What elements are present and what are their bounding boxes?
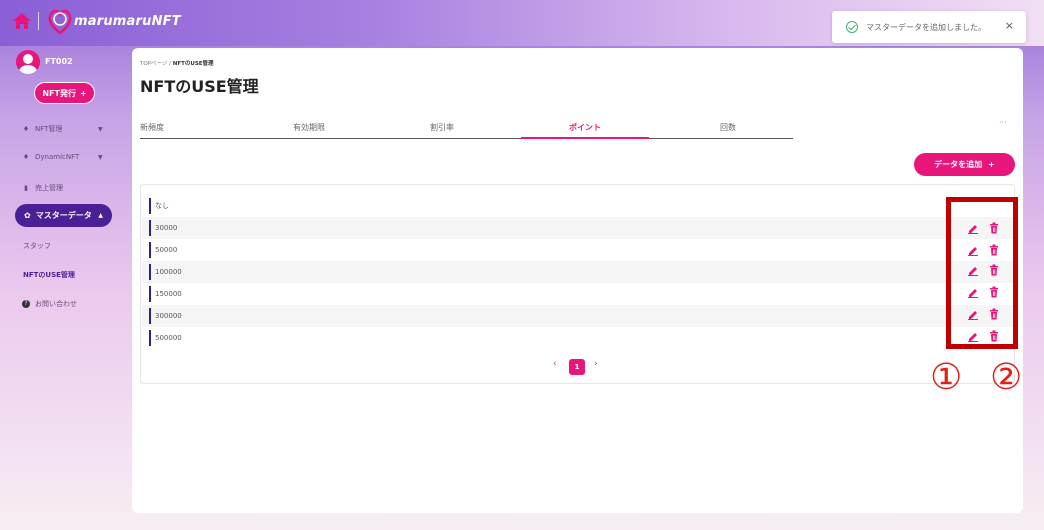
page-title: NFTのUSE管理	[140, 77, 259, 96]
breadcrumb-separator: /	[169, 61, 172, 67]
nft-issue-label: NFT発行	[42, 88, 76, 98]
row-value: 500000	[155, 334, 182, 342]
sidebar-item-label: マスターデータ	[35, 211, 92, 220]
callout-2: ②	[990, 357, 1023, 398]
add-data-button[interactable]: データを追加 +	[914, 153, 1015, 176]
row-marker	[149, 264, 151, 280]
logo-heart-icon[interactable]	[46, 6, 74, 36]
chevron-up-icon: ▲	[98, 212, 103, 219]
row-value: 50000	[155, 246, 178, 254]
sidebar-item-dynamicnft[interactable]: ♦ DynamicNFT ▼	[22, 153, 103, 161]
sidebar-item-label: NFT管理	[35, 125, 63, 133]
sidebar-item-nft-use[interactable]: NFTのUSE管理	[23, 270, 75, 280]
sidebar-item-label: DynamicNFT	[35, 153, 80, 161]
sidebar-item-master-data[interactable]: ✿ マスターデータ ▲	[15, 204, 112, 227]
check-circle-icon	[846, 21, 858, 33]
tab-expiry[interactable]: 有効期限	[245, 122, 373, 133]
list-item: 100000	[142, 261, 1015, 283]
sidebar-item-label: お問い合わせ	[35, 300, 77, 308]
toast-message: マスターデータを追加しました。	[866, 22, 986, 32]
tab-count[interactable]: 回数	[664, 122, 792, 133]
user-name: FT002	[45, 57, 73, 66]
pagination-page[interactable]: 1	[569, 359, 585, 375]
more-tabs-icon[interactable]: ···	[999, 118, 1007, 127]
plus-icon: +	[79, 88, 87, 98]
help-icon: ?	[22, 300, 30, 308]
row-value: 30000	[155, 224, 178, 232]
data-list: なし 30000 50000 100000 150000 300000 5000…	[140, 184, 1015, 384]
row-marker	[149, 286, 151, 302]
logo-text[interactable]: marumaruNFT	[74, 14, 181, 29]
tab-frequency[interactable]: 新頻度	[88, 122, 216, 133]
gear-icon: ✿	[24, 211, 31, 220]
row-marker	[149, 330, 151, 346]
bar-chart-icon: ▮	[24, 184, 28, 192]
diamond-icon: ♦	[22, 153, 30, 161]
tab-indicator	[521, 137, 649, 139]
annotation-highlight-box	[946, 197, 1018, 349]
breadcrumb-home[interactable]: TOPページ	[140, 61, 167, 67]
row-value: 150000	[155, 290, 182, 298]
tab-points[interactable]: ポイント	[521, 122, 649, 133]
add-data-label: データを追加	[934, 160, 983, 169]
row-value: なし	[155, 202, 169, 210]
callout-1: ①	[930, 357, 963, 398]
sidebar-item-staff[interactable]: スタッフ	[23, 241, 51, 251]
nft-issue-button[interactable]: NFT発行 +	[34, 82, 95, 104]
sidebar-item-contact[interactable]: ? お問い合わせ	[22, 299, 77, 309]
chevron-down-icon: ▼	[98, 153, 103, 161]
plus-icon: +	[988, 160, 995, 169]
row-value: 300000	[155, 312, 182, 320]
list-item: なし	[142, 195, 1015, 217]
breadcrumb-current: NFTのUSE管理	[172, 61, 214, 67]
breadcrumb: TOPページ / NFTのUSE管理	[140, 59, 214, 67]
toast-notification: マスターデータを追加しました。 ×	[832, 11, 1026, 43]
list-item: 30000	[142, 217, 1015, 239]
avatar[interactable]	[16, 50, 40, 74]
tab-discount[interactable]: 割引率	[378, 122, 506, 133]
home-icon[interactable]	[12, 11, 32, 31]
diamond-icon: ♦	[22, 125, 30, 133]
pagination-next[interactable]: ›	[594, 359, 598, 369]
row-marker	[149, 198, 151, 214]
sidebar-item-nft-management[interactable]: ♦ NFT管理 ▼	[22, 124, 103, 134]
row-marker	[149, 220, 151, 236]
list-item: 150000	[142, 283, 1015, 305]
row-marker	[149, 242, 151, 258]
close-icon[interactable]: ×	[1005, 19, 1014, 32]
list-item: 500000	[142, 327, 1015, 349]
list-item: 50000	[142, 239, 1015, 261]
row-value: 100000	[155, 268, 182, 276]
tab-bar: 新頻度 有効期限 割引率 ポイント 回数	[140, 114, 793, 139]
list-item: 300000	[142, 305, 1015, 327]
logo-separator	[38, 12, 39, 30]
sidebar-item-label: 売上管理	[35, 184, 63, 192]
row-marker	[149, 308, 151, 324]
sidebar-item-sales[interactable]: ▮ 売上管理	[22, 183, 63, 193]
pagination-prev[interactable]: ‹	[553, 359, 557, 369]
